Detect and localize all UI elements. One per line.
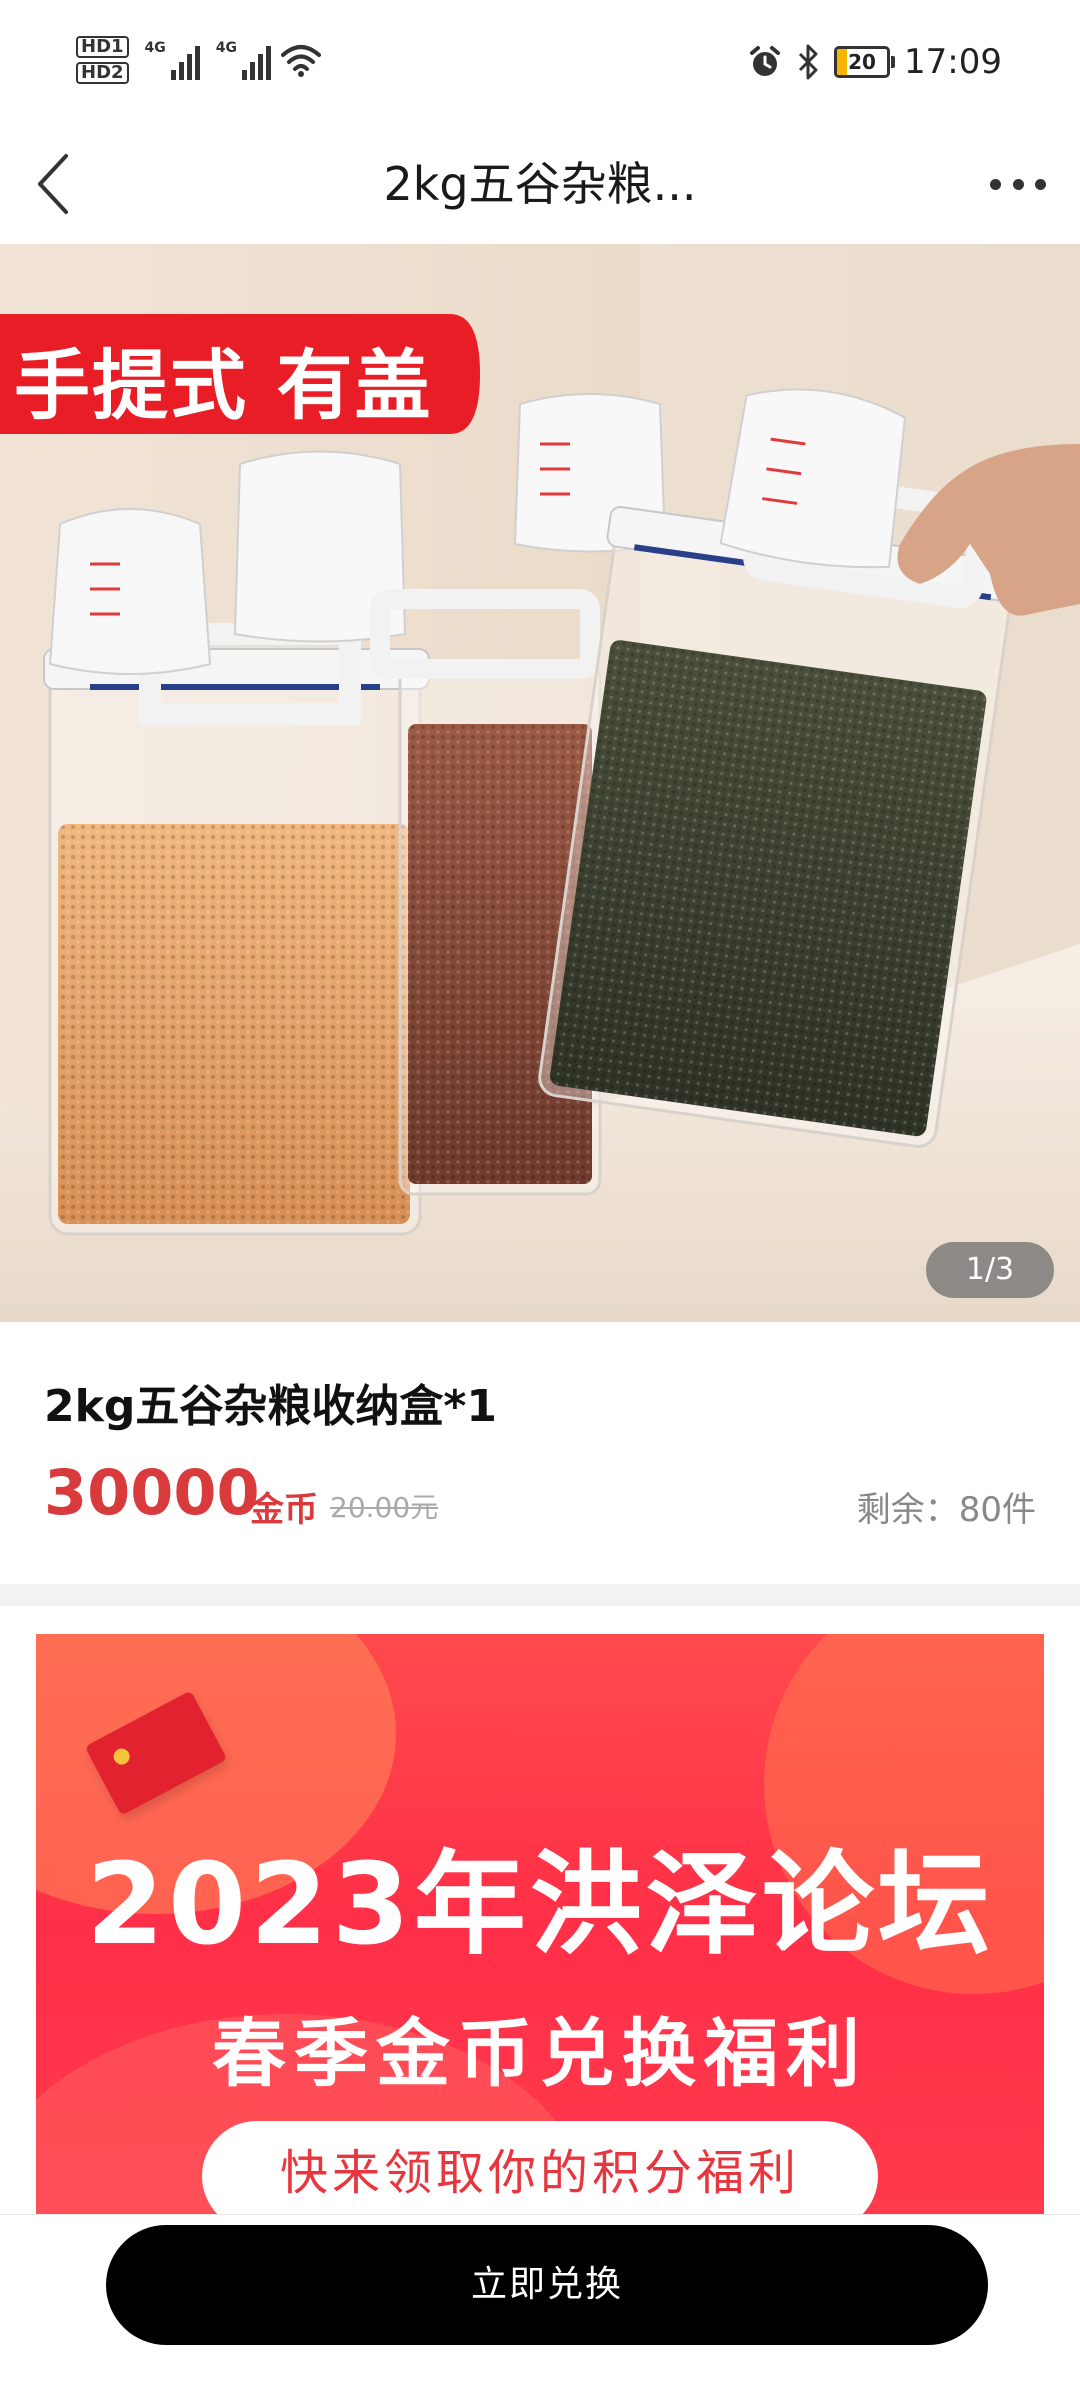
network-type-2: 4G [215,40,237,56]
coin-price: 30000 [44,1456,260,1529]
signal-icon-2: 4G [216,40,271,80]
price-row: 30000 金币 20.00元 剩余：80件 [44,1456,1036,1536]
product-badge: 手提式 有盖 [14,341,433,430]
battery-level: 20 [848,50,876,74]
product-image-carousel[interactable]: 手提式 有盖 1/3 [0,244,1080,1322]
chevron-left-icon [38,154,68,214]
alarm-icon [750,46,781,76]
wifi-icon [281,45,321,77]
product-info: 2kg五谷杂粮收纳盒*1 30000 金币 20.00元 剩余：80件 [0,1322,1080,1584]
sim2-label: HD2 [76,62,129,84]
more-dots-icon [990,178,1001,190]
banner-title: 2023年洪泽论坛 [86,1840,994,1970]
price-unit: 金币 [250,1490,318,1530]
status-left: HD1 HD2 4G 4G [76,34,321,86]
battery-icon: 20 [834,46,896,78]
network-type-1: 4G [144,40,166,56]
banner-subtitle: 春季金币兑换福利 [212,2011,868,2097]
sim1-label: HD1 [76,36,129,58]
sim-indicators: HD1 HD2 [76,34,129,86]
page-title: 2kg五谷杂粮... [383,157,697,211]
section-divider [0,1584,1080,1606]
signal-icon: 4G [145,40,200,80]
original-price: 20.00元 [330,1491,439,1524]
stock-remaining: 剩余：80件 [856,1490,1036,1530]
status-right: 20 17:09 [748,42,1002,82]
image-pager: 1/3 [926,1242,1054,1298]
clock: 17:09 [904,42,1002,82]
nav-bar: 2kg五谷杂粮... [0,128,1080,244]
status-bar: HD1 HD2 4G 4G 20 17:09 [0,0,1080,128]
back-button[interactable] [26,148,86,220]
bottom-action-bar: 立即兑换 [0,2214,1080,2389]
banner-pill: 快来领取你的积分福利 [202,2121,878,2214]
product-title: 2kg五谷杂粮收纳盒*1 [44,1381,497,1432]
redeem-now-button[interactable]: 立即兑换 [106,2225,988,2345]
more-button[interactable] [986,152,1050,216]
promo-banner[interactable]: 2023年洪泽论坛 春季金币兑换福利 快来领取你的积分福利 [36,1634,1044,2214]
bluetooth-icon [798,44,818,80]
